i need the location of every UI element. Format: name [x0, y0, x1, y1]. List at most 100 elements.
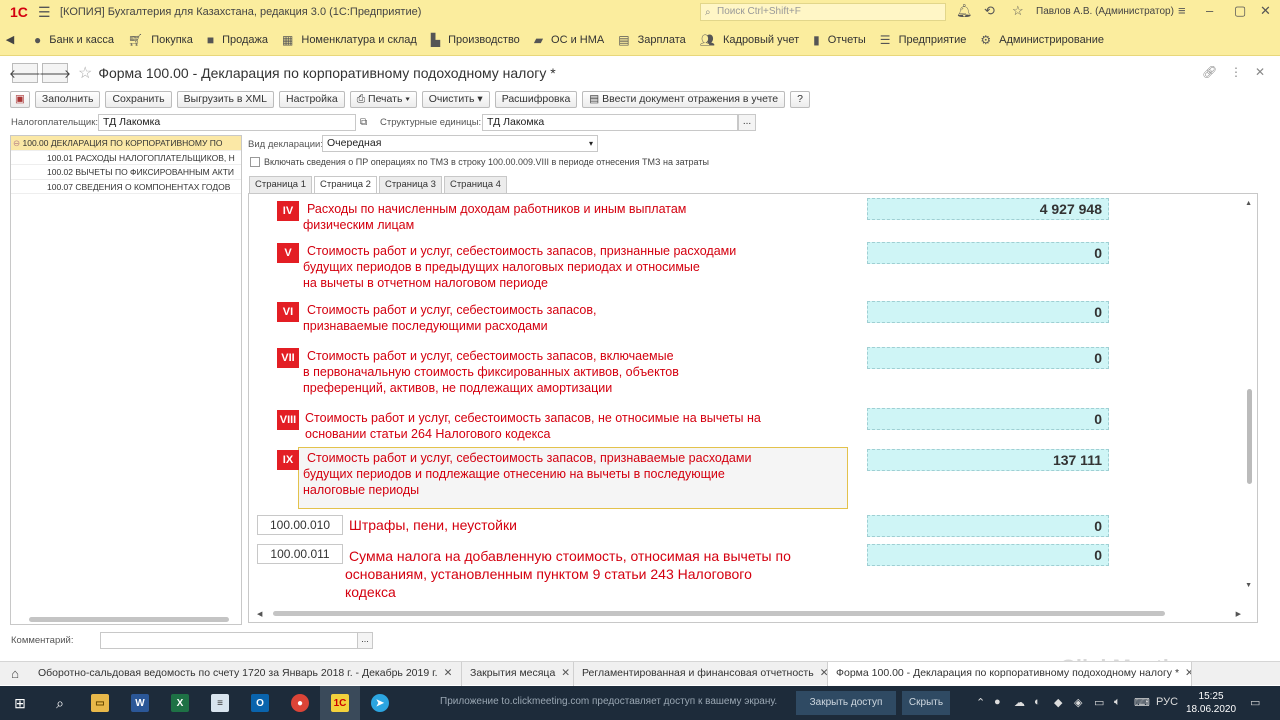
menu-item-bank[interactable]: ● Банк и касса — [34, 33, 114, 47]
bell-icon[interactable]: 🔔︎ — [956, 3, 973, 19]
tree-horizontal-scrollbar[interactable] — [29, 617, 229, 622]
value-field-010[interactable]: 0 — [867, 515, 1109, 537]
value-field-v[interactable]: 0 — [867, 242, 1109, 264]
tray-arrow-icon[interactable]: ⌃ — [976, 696, 985, 709]
menu-item-reports[interactable]: ▮ Отчеты — [813, 33, 866, 47]
export-xml-button[interactable]: Выгрузить в XML — [176, 90, 274, 108]
vertical-scrollbar[interactable] — [1247, 389, 1252, 484]
struct-units-field[interactable]: ТД Лакомка — [482, 114, 738, 131]
taskbar-search-icon[interactable]: ⌕ — [40, 686, 80, 720]
menu-item-enterprise[interactable]: ☰ Предприятие — [880, 33, 967, 47]
value-field-ix[interactable]: 137 111 — [867, 449, 1109, 471]
value-field-iv[interactable]: 4 927 948 — [867, 198, 1109, 220]
tab-page-2[interactable]: Страница 2 — [313, 176, 377, 194]
value-field-011[interactable]: 0 — [867, 544, 1109, 566]
1c-taskbar-icon[interactable]: 1С — [320, 686, 360, 720]
value-field-vii[interactable]: 0 — [867, 347, 1109, 369]
scroll-up-icon[interactable]: ▲ — [1245, 200, 1252, 207]
scroll-right-icon[interactable]: ▶ — [1236, 610, 1241, 618]
close-tab-icon[interactable]: ✕ — [561, 667, 570, 679]
tab-page-3[interactable]: Страница 3 — [378, 176, 442, 193]
save-button[interactable]: Сохранить — [105, 90, 172, 108]
menu-item-admin[interactable]: ⚙ Администрирование — [980, 33, 1104, 47]
scroll-down-icon[interactable]: ▼ — [1245, 582, 1252, 589]
fill-button[interactable]: Заполнить — [34, 90, 101, 108]
menu-item-purchase[interactable]: 🛒︎ Покупка — [128, 33, 193, 47]
minimize-icon[interactable]: – — [1206, 3, 1213, 18]
cloud-icon[interactable]: ☁ — [1014, 696, 1025, 709]
decode-button[interactable]: Расшифровка — [494, 90, 578, 108]
close-icon[interactable]: ✕ — [1260, 3, 1271, 19]
excel-icon[interactable]: X — [160, 686, 200, 720]
tree-item[interactable]: 100.07 СВЕДЕНИЯ О КОМПОНЕНТАХ ГОДОВ — [11, 180, 241, 194]
tray-app3-icon[interactable]: ◈ — [1074, 696, 1082, 709]
tray-app-icon[interactable]: ● — [994, 696, 1001, 708]
value-field-vi[interactable]: 0 — [867, 301, 1109, 323]
back-button[interactable]: 🡐 — [9, 63, 41, 83]
tree-item[interactable]: ⊖ 100.00 ДЕКЛАРАЦИЯ ПО КОРПОРАТИВНОМУ ПО — [11, 136, 241, 151]
close-tab-icon[interactable]: ✕ — [444, 667, 453, 679]
chrome-icon[interactable]: ● — [280, 686, 320, 720]
close-tab-icon[interactable]: ✕ — [1185, 667, 1191, 679]
menu-item-hr[interactable]: 👥︎ Кадровый учет — [700, 33, 799, 47]
tree-item[interactable]: 100.02 ВЫЧЕТЫ ПО ФИКСИРОВАННЫМ АКТИ — [11, 165, 241, 180]
form-close-icon[interactable]: ✕ — [1255, 65, 1265, 79]
tree-item[interactable]: 100.01 РАСХОДЫ НАЛОГОПЛАТЕЛЬЩИКОВ, Н — [11, 151, 241, 165]
struct-units-select-button[interactable]: ... — [738, 114, 756, 131]
window-tab-active[interactable]: Форма 100.00 - Декларация по корпоративн… — [828, 661, 1192, 686]
history-icon[interactable]: ⟲ — [984, 3, 995, 19]
stop-sharing-button[interactable]: Закрыть доступ — [796, 691, 896, 715]
more-icon[interactable]: ⋮ — [1230, 65, 1242, 79]
tray-app2-icon[interactable]: ◆ — [1054, 696, 1062, 709]
settings-button[interactable]: Настройка — [278, 90, 345, 108]
search-input[interactable]: ⌕ Поиск Ctrl+Shift+F — [700, 3, 946, 21]
keyboard-icon[interactable]: ⌨ — [1134, 696, 1150, 709]
favorites-icon[interactable]: ☆ — [1012, 3, 1024, 19]
link-icon[interactable]: 🔗︎ — [1202, 65, 1217, 79]
value-field-viii[interactable]: 0 — [867, 408, 1109, 430]
scroll-left-icon[interactable]: ◀ — [257, 610, 262, 618]
menu-item-nomenclature[interactable]: ▦ Номенклатура и склад — [282, 33, 417, 47]
home-icon[interactable]: ⌂ — [0, 666, 30, 681]
favorite-star-icon[interactable]: ☆ — [78, 63, 92, 83]
notifications-icon[interactable]: ▭ — [1250, 696, 1260, 709]
window-tab[interactable]: Регламентированная и финансовая отчетнос… — [574, 661, 828, 686]
copy-icon[interactable]: ⧉ — [360, 117, 367, 128]
tab-page-4[interactable]: Страница 4 — [443, 176, 507, 193]
menu-item-production[interactable]: ▙ Производство — [431, 33, 520, 47]
enter-document-button[interactable]: ▤ Ввести документ отражения в учете — [582, 90, 786, 108]
tray-status-icon[interactable]: ◐ — [1034, 696, 1041, 708]
language-indicator[interactable]: РУС — [1156, 696, 1178, 708]
maximize-icon[interactable]: ▢ — [1234, 3, 1246, 19]
volume-icon[interactable]: 🔈︎ — [1114, 696, 1121, 709]
settings-menu-icon[interactable]: ≡ — [1178, 3, 1186, 18]
file-explorer-icon[interactable]: ▭ — [80, 686, 120, 720]
comment-field[interactable] — [100, 632, 358, 649]
comment-select-button[interactable]: ... — [357, 632, 373, 649]
windows-start-icon[interactable]: ⊞ — [0, 686, 40, 720]
window-tab[interactable]: Закрытия месяца ✕ — [462, 661, 574, 686]
close-tab-icon[interactable]: ✕ — [820, 667, 827, 679]
clear-button[interactable]: Очистить ▾ — [421, 90, 490, 108]
network-icon[interactable]: ▭ — [1094, 696, 1104, 709]
menu-item-sale[interactable]: ■ Продажа — [207, 33, 268, 47]
notepad-icon[interactable]: ≡ — [200, 686, 240, 720]
telegram-icon[interactable]: ➤ — [360, 686, 400, 720]
window-tab[interactable]: Оборотно-сальдовая ведомость по счету 17… — [30, 661, 462, 686]
print-button[interactable]: ⎙ Печать ▾ — [349, 90, 417, 108]
user-name[interactable]: Павлов А.В. (Администратор) — [1036, 6, 1174, 17]
payer-field[interactable]: ТД Лакомка — [98, 114, 356, 131]
menu-scroll-left-icon[interactable]: ◀ — [0, 33, 20, 46]
help-button[interactable]: ? — [790, 90, 810, 108]
menu-item-fixed-assets[interactable]: ▰ ОС и НМА — [534, 33, 604, 47]
outlook-icon[interactable]: O — [240, 686, 280, 720]
word-icon[interactable]: W — [120, 686, 160, 720]
menu-item-salary[interactable]: ▤ Зарплата — [618, 33, 686, 47]
post-icon-button[interactable]: ▣ — [10, 90, 30, 108]
include-pr-checkbox[interactable] — [250, 157, 260, 167]
horizontal-scrollbar[interactable] — [273, 611, 1165, 616]
clock[interactable]: 15:25 18.06.2020 — [1186, 690, 1236, 716]
forward-button[interactable]: 🡒 — [39, 63, 71, 83]
hide-notice-button[interactable]: Скрыть — [902, 691, 950, 715]
tab-page-1[interactable]: Страница 1 — [249, 176, 312, 193]
